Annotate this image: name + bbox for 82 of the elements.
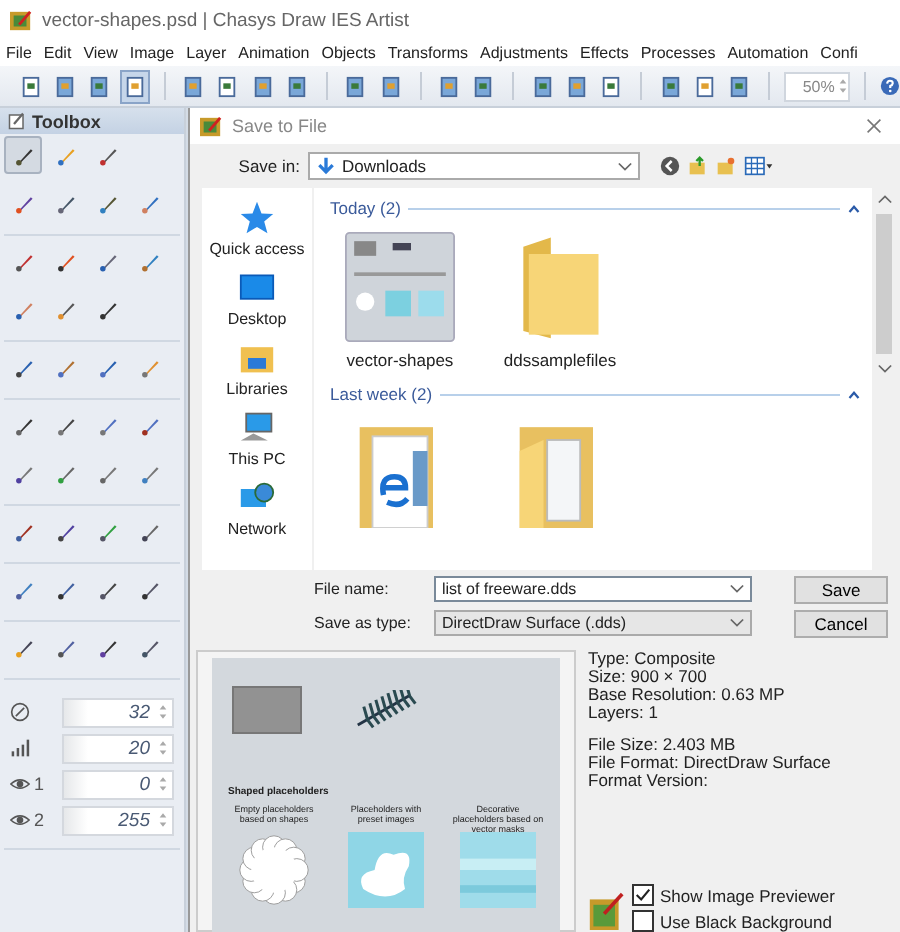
toolbox-title: Toolbox xyxy=(32,111,101,131)
menu-item[interactable]: Confi xyxy=(820,44,858,62)
menu-item[interactable]: View xyxy=(83,44,118,62)
place-item[interactable]: Quick access xyxy=(209,200,305,258)
setting-label: 1 xyxy=(34,774,45,794)
star-icon xyxy=(237,200,276,236)
menu-item[interactable]: Transforms xyxy=(387,44,468,62)
checkbox-label[interactable]: Show Image Previewer xyxy=(660,885,835,905)
menu-item[interactable]: File xyxy=(6,44,32,62)
desktop-icon xyxy=(237,270,276,306)
rectangle-shape xyxy=(232,686,302,734)
place-item[interactable]: Libraries xyxy=(226,340,288,398)
file-name[interactable]: vector-shapes xyxy=(346,350,454,370)
menu-item[interactable]: Image xyxy=(129,44,175,62)
checkbox[interactable] xyxy=(632,910,654,932)
chevron-up-icon[interactable] xyxy=(877,194,891,204)
file-info: Base Resolution: 0.63 MP xyxy=(588,686,787,704)
file-info: Format Version: xyxy=(588,772,710,790)
place-item[interactable]: This PC xyxy=(228,410,286,468)
save-icon[interactable] xyxy=(120,69,150,103)
eye-icon xyxy=(10,810,30,830)
image-thumbnail[interactable] xyxy=(340,232,460,342)
scroll-thumb[interactable] xyxy=(876,214,892,354)
up-folder-icon[interactable] xyxy=(688,156,708,176)
pencil-icon xyxy=(8,112,26,130)
app-icon xyxy=(10,9,32,31)
save-button[interactable]: Save xyxy=(794,575,888,603)
signal-bars-icon xyxy=(10,738,30,758)
close-icon[interactable] xyxy=(866,118,882,134)
file-name-field[interactable]: list of freeware.dds xyxy=(434,576,752,602)
number-field[interactable]: 0 xyxy=(62,769,174,799)
help-icon[interactable] xyxy=(880,74,900,98)
view-menu-icon[interactable] xyxy=(744,156,774,176)
file-info: Size: 900 × 700 xyxy=(588,668,707,686)
menu-item[interactable]: Layer xyxy=(186,44,227,62)
number-field[interactable]: 20 xyxy=(62,733,174,763)
new-folder-icon[interactable] xyxy=(716,156,736,176)
menu-item[interactable]: Automation xyxy=(727,44,809,62)
resize-icon xyxy=(10,702,30,722)
group-header[interactable]: Last week (2) xyxy=(330,384,433,404)
number-field[interactable]: 255 xyxy=(62,805,174,835)
back-icon[interactable] xyxy=(660,156,680,176)
download-icon xyxy=(316,156,336,176)
file-info: File Size: 2.403 MB xyxy=(588,736,738,754)
computer-icon xyxy=(237,410,276,446)
save-type-label: Save as type: xyxy=(314,614,413,632)
app-icon xyxy=(200,115,222,137)
window-title: vector-shapes.psd | Chasys Draw IES Artist xyxy=(42,9,410,31)
chevron-down-icon[interactable] xyxy=(730,584,744,594)
collapse-icon[interactable] xyxy=(848,203,860,213)
file-info: Layers: 1 xyxy=(588,704,660,722)
menu-item[interactable]: Objects xyxy=(321,44,376,62)
menu-item[interactable]: Edit xyxy=(43,44,72,62)
file-info: Type: Composite xyxy=(588,650,718,668)
dialog-title: Save to File xyxy=(232,116,328,136)
save-in-dropdown[interactable]: Downloads xyxy=(308,152,640,180)
file-info: File Format: DirectDraw Surface xyxy=(588,754,833,772)
group-header[interactable]: Today (2) xyxy=(330,198,401,218)
save-type-dropdown[interactable]: DirectDraw Surface (.dds) xyxy=(434,610,752,636)
checkbox[interactable] xyxy=(632,884,654,906)
picture-icon xyxy=(588,892,624,932)
menu-item[interactable]: Processes xyxy=(640,44,716,62)
collapse-icon[interactable] xyxy=(848,389,860,399)
tool-button[interactable] xyxy=(4,136,42,174)
leaf-drawing xyxy=(354,690,418,730)
file-name-label: File name: xyxy=(314,580,391,598)
place-item[interactable]: Network xyxy=(227,480,287,538)
zoom-field[interactable]: 50% xyxy=(784,71,851,101)
menu-item[interactable]: Adjustments xyxy=(480,44,569,62)
place-item[interactable]: Desktop xyxy=(227,270,287,328)
chevron-down-icon[interactable] xyxy=(877,364,891,374)
number-field[interactable]: 32 xyxy=(62,697,174,727)
menu-item[interactable]: Animation xyxy=(238,44,310,62)
chevron-down-icon[interactable] xyxy=(618,161,632,171)
checkbox-label[interactable]: Use Black Background xyxy=(660,911,832,931)
chevron-down-icon[interactable] xyxy=(730,618,744,628)
save-in-label: Save in: xyxy=(236,156,300,176)
setting-label: 2 xyxy=(34,810,45,830)
eye-icon xyxy=(10,774,30,794)
file-name[interactable]: ddssamplefiles xyxy=(503,350,617,370)
cancel-button[interactable]: Cancel xyxy=(794,609,888,637)
menu-item[interactable]: Effects xyxy=(580,44,629,62)
